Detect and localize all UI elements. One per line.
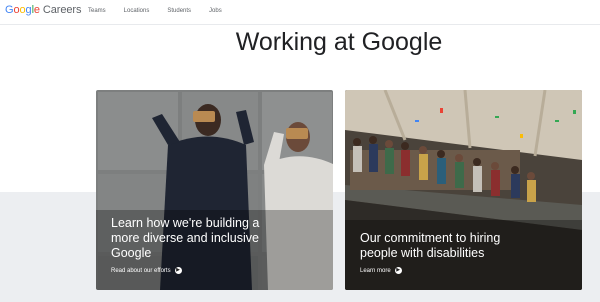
top-navigation-bar: Google Careers Teams Locations Students … xyxy=(0,0,600,25)
diversity-card[interactable]: Learn how we're building a more diverse … xyxy=(96,90,333,290)
nav-item-jobs[interactable]: Jobs xyxy=(209,8,222,14)
learn-more-label: Learn more xyxy=(360,267,391,274)
nav-item-students[interactable]: Students xyxy=(167,8,191,14)
disabilities-card-headline: Our commitment to hiring people with dis… xyxy=(360,231,501,260)
disabilities-card[interactable]: Our commitment to hiring people with dis… xyxy=(345,90,582,290)
page-title: Working at Google xyxy=(235,28,443,56)
diversity-card-text: Learn how we're building a more diverse … xyxy=(111,216,261,274)
diversity-card-headline: Learn how we're building a more diverse … xyxy=(111,216,260,260)
google-careers-logo[interactable]: Google Careers xyxy=(5,4,81,16)
logo-careers-word: Careers xyxy=(42,4,82,16)
disabilities-card-text: Our commitment to hiring people with dis… xyxy=(360,231,530,274)
arrow-right-icon: ▶ xyxy=(394,267,402,274)
logo-google-word: Google xyxy=(5,4,40,16)
main-nav: Teams Locations Students Jobs xyxy=(88,8,222,14)
nav-item-locations[interactable]: Locations xyxy=(124,8,150,14)
read-about-efforts-link[interactable]: Read about our efforts ▶ xyxy=(111,267,261,274)
nav-item-teams[interactable]: Teams xyxy=(88,8,106,14)
arrow-right-icon: ▶ xyxy=(174,267,182,274)
learn-more-link[interactable]: Learn more ▶ xyxy=(360,267,530,274)
read-about-efforts-label: Read about our efforts xyxy=(111,267,171,274)
